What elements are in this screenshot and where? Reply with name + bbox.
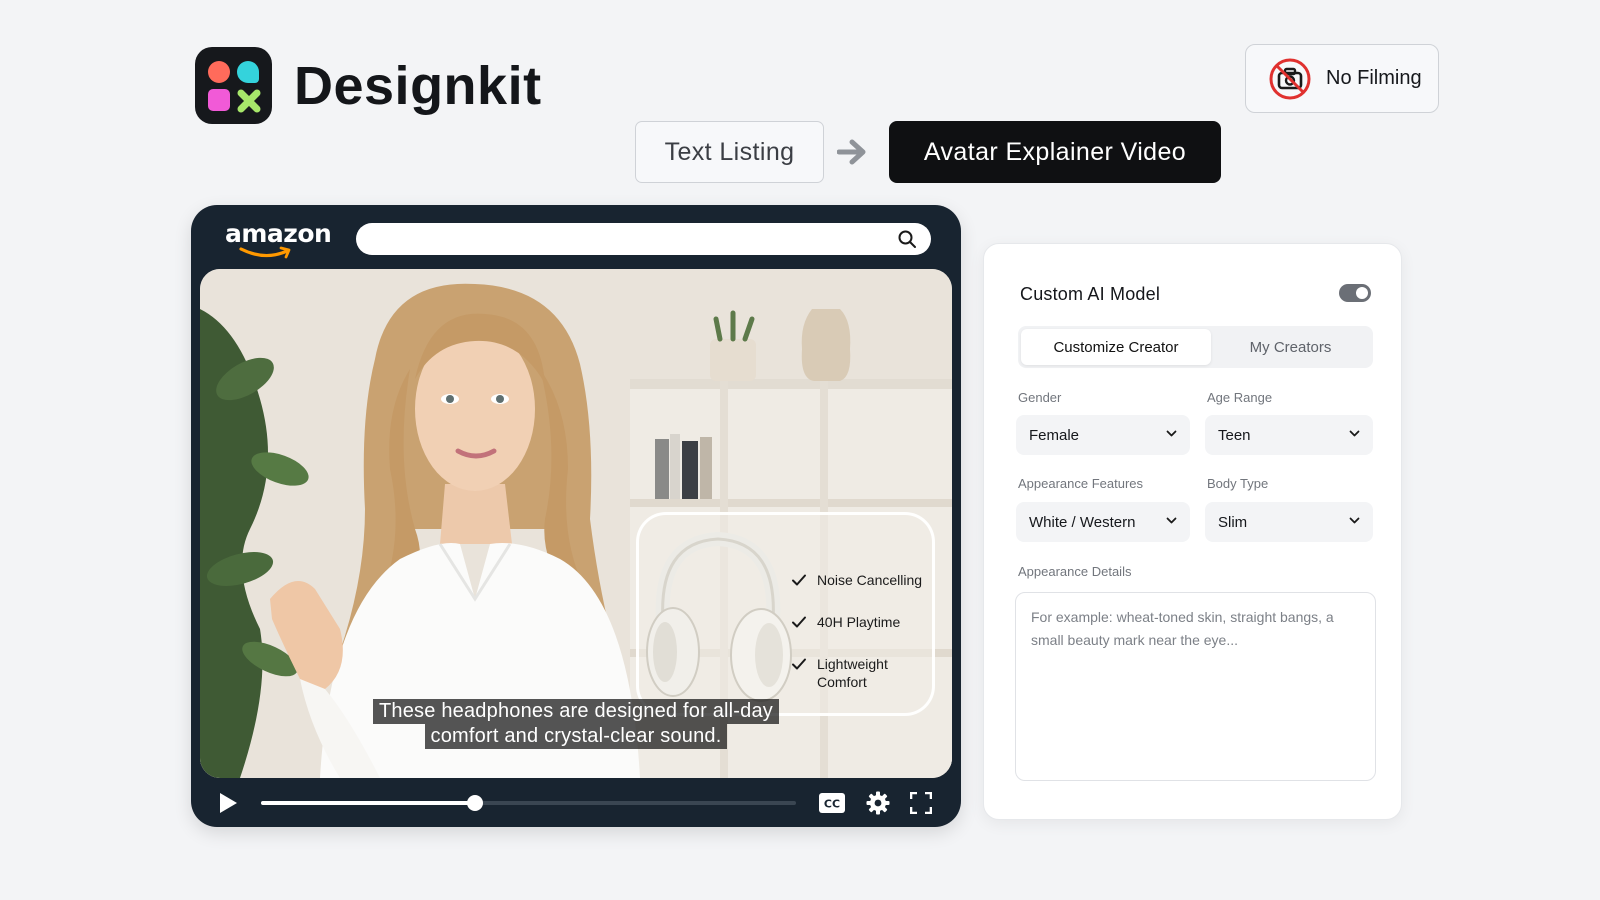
no-filming-badge: No Filming	[1245, 44, 1439, 113]
age-range-select[interactable]: Teen	[1205, 415, 1373, 455]
video-screen[interactable]: Noise Cancelling 40H Playtime Lightweigh…	[200, 269, 952, 778]
search-icon[interactable]	[897, 229, 917, 249]
amazon-smile-icon	[239, 246, 291, 259]
brand: Designkit	[195, 47, 542, 124]
panel-title: Custom AI Model	[1020, 284, 1161, 304]
chevron-down-icon	[1349, 430, 1360, 437]
creator-tabs: Customize Creator My Creators	[1018, 326, 1373, 368]
custom-ai-model-toggle[interactable]	[1339, 284, 1371, 302]
feature-text: 40H Playtime	[817, 614, 901, 630]
appearance-details-label: Appearance Details	[1018, 564, 1132, 579]
appearance-details-box	[1015, 592, 1376, 781]
body-type-value: Slim	[1218, 513, 1248, 531]
gender-select[interactable]: Female	[1016, 415, 1190, 455]
feature-text: Lightweight Comfort	[817, 656, 888, 690]
avatar-explainer-video-button[interactable]: Avatar Explainer Video	[889, 121, 1221, 183]
fullscreen-icon[interactable]	[910, 792, 932, 814]
chevron-down-icon	[1349, 517, 1360, 524]
body-type-select[interactable]: Slim	[1205, 502, 1373, 542]
appearance-details-textarea[interactable]	[1016, 593, 1375, 780]
feature-text: Noise Cancelling	[817, 572, 923, 588]
tab-my-creators[interactable]: My Creators	[1211, 329, 1370, 365]
tab-customize-creator[interactable]: Customize Creator	[1021, 329, 1211, 365]
designkit-logo-icon	[195, 47, 272, 124]
caption-line-2: comfort and crystal-clear sound.	[424, 724, 728, 749]
closed-captions-icon[interactable]: CC	[818, 792, 846, 814]
feature-item: Noise Cancelling	[791, 571, 936, 589]
chevron-down-icon	[1166, 430, 1177, 437]
feature-list: Noise Cancelling 40H Playtime Lightweigh…	[791, 571, 936, 691]
search-input[interactable]	[356, 223, 931, 255]
brand-name: Designkit	[294, 55, 542, 116]
no-filming-label: No Filming	[1326, 67, 1422, 89]
age-range-label: Age Range	[1207, 390, 1273, 405]
check-icon	[792, 616, 806, 628]
feature-item: 40H Playtime	[791, 613, 936, 631]
progress-fill	[261, 801, 475, 805]
toggle-knob	[1356, 287, 1368, 299]
age-range-value: Teen	[1218, 426, 1251, 444]
chevron-down-icon	[1166, 517, 1177, 524]
appearance-features-select[interactable]: White / Western	[1016, 502, 1190, 542]
video-player-card: amazon Noise Cancelling 40H Playtime Lig…	[191, 205, 961, 827]
search-bar	[356, 223, 931, 255]
arrow-right-icon	[837, 139, 866, 165]
caption-line-1: These headphones are designed for all-da…	[372, 699, 780, 724]
play-icon[interactable]	[217, 791, 239, 815]
gear-icon[interactable]	[866, 791, 890, 815]
appearance-features-value: White / Western	[1029, 513, 1136, 531]
gender-label: Gender	[1018, 390, 1062, 405]
gender-value: Female	[1029, 426, 1080, 444]
no-camera-icon	[1269, 58, 1311, 99]
appearance-features-label: Appearance Features	[1018, 476, 1144, 491]
amazon-logo-text: amazon	[225, 219, 332, 248]
body-type-label: Body Type	[1207, 476, 1269, 491]
text-listing-button[interactable]: Text Listing	[635, 121, 824, 183]
feature-item: Lightweight Comfort	[791, 655, 936, 691]
video-caption: These headphones are designed for all-da…	[200, 699, 952, 749]
headphones-image	[646, 531, 792, 702]
amazon-logo[interactable]: amazon	[225, 219, 332, 261]
progress-bar[interactable]	[261, 795, 796, 811]
custom-ai-model-panel: Custom AI Model Customize Creator My Cre…	[983, 243, 1402, 820]
check-icon	[792, 658, 806, 670]
progress-thumb[interactable]	[467, 795, 483, 811]
svg-text:CC: CC	[824, 798, 840, 811]
check-icon	[792, 574, 806, 586]
product-feature-card: Noise Cancelling 40H Playtime Lightweigh…	[636, 512, 935, 716]
video-controls: CC	[191, 778, 961, 827]
